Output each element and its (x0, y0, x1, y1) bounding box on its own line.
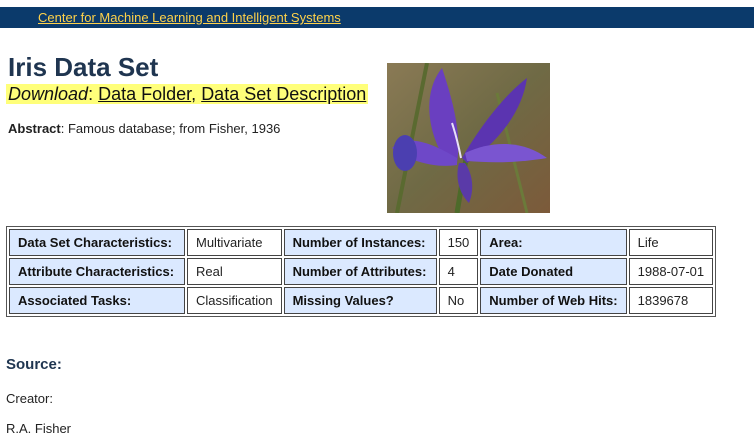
table-key-cell: Data Set Characteristics: (9, 229, 185, 256)
table-row: Associated Tasks: Classification Missing… (9, 287, 714, 314)
abstract-text: : Famous database; from Fisher, 1936 (60, 121, 281, 136)
dataset-info-table: Data Set Characteristics: Multivariate N… (6, 226, 717, 317)
creator-label: Creator: (6, 391, 53, 406)
data-set-description-link[interactable]: Data Set Description (201, 84, 366, 104)
source-heading: Source: (6, 356, 62, 373)
table-key-cell: Date Donated (480, 258, 627, 285)
table-key-cell: Associated Tasks: (9, 287, 185, 314)
iris-flower-photo (387, 63, 550, 213)
download-links: Download: Data Folder, Data Set Descript… (6, 84, 369, 104)
table-value-cell: 150 (438, 229, 479, 256)
table-row: Attribute Characteristics: Real Number o… (9, 258, 714, 285)
download-highlight: Download: Data Folder, Data Set Descript… (6, 84, 369, 104)
table-value-cell: 1839678 (628, 287, 714, 314)
download-comma: , (191, 84, 197, 104)
table-key-cell: Area: (480, 229, 627, 256)
abstract-label: Abstract (8, 121, 61, 136)
table-value-cell: 4 (438, 258, 479, 285)
page-title: Iris Data Set (8, 52, 159, 82)
data-folder-link[interactable]: Data Folder (98, 84, 191, 104)
table-value-cell: Multivariate (187, 229, 282, 256)
table-key-cell: Attribute Characteristics: (9, 258, 185, 285)
table-key-cell: Number of Attributes: (283, 258, 437, 285)
table-value-cell: No (438, 287, 479, 314)
cml-home-link[interactable]: Center for Machine Learning and Intellig… (38, 10, 341, 25)
table-value-cell: Life (628, 229, 714, 256)
table-key-cell: Number of Instances: (283, 229, 437, 256)
iris-flower-image (387, 63, 550, 213)
table-value-cell: 1988-07-01 (628, 258, 714, 285)
table-value-cell: Classification (187, 287, 282, 314)
creator-name: R.A. Fisher (6, 421, 72, 436)
table-value-cell: Real (187, 258, 282, 285)
table-row: Data Set Characteristics: Multivariate N… (9, 229, 714, 256)
abstract: Abstract: Famous database; from Fisher, … (8, 121, 280, 136)
download-label: Download (8, 84, 89, 104)
download-colon: : (88, 84, 94, 104)
site-header-bar: Center for Machine Learning and Intellig… (0, 7, 754, 28)
table-key-cell: Number of Web Hits: (480, 287, 627, 314)
table-key-cell: Missing Values? (283, 287, 437, 314)
